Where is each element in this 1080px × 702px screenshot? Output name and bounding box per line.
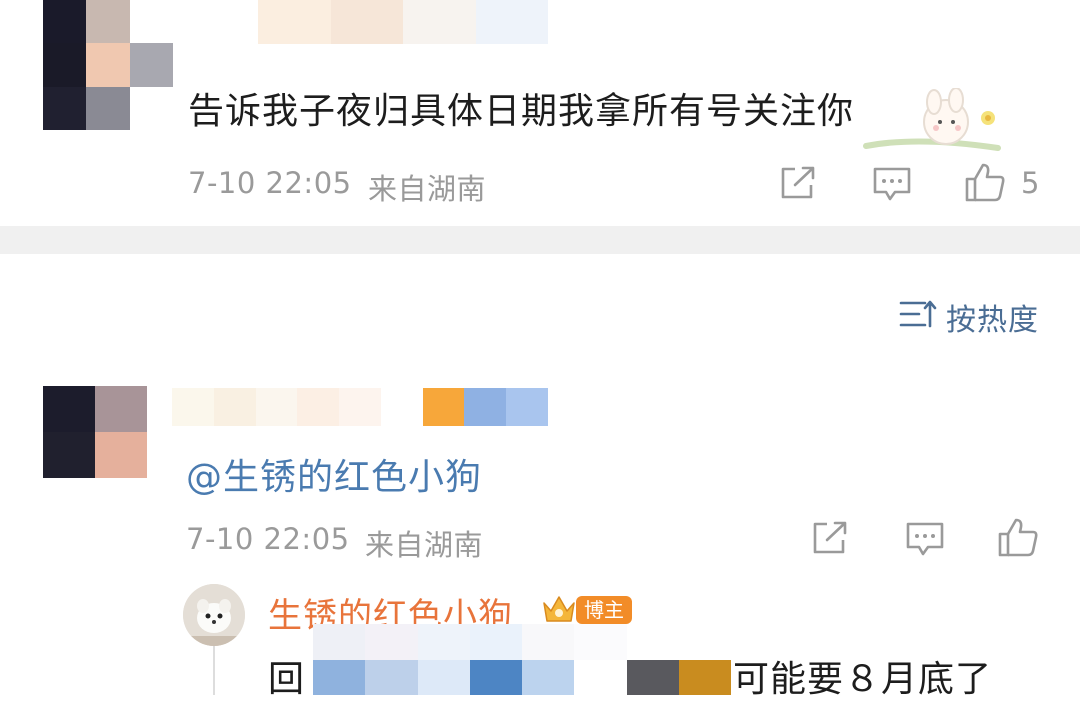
sort-by-heat-button[interactable]: 按热度 bbox=[946, 295, 1039, 339]
username-blurred[interactable] bbox=[258, 0, 548, 44]
section-divider bbox=[0, 226, 1080, 254]
comment-time: 7-10 22:05 bbox=[186, 522, 350, 556]
like-count: 5 bbox=[1021, 166, 1040, 200]
reply-avatar[interactable] bbox=[183, 584, 245, 646]
avatar-blurred[interactable] bbox=[43, 386, 147, 478]
comment-location: 来自湖南 bbox=[365, 528, 484, 562]
like-icon[interactable] bbox=[997, 517, 1039, 557]
cartoon-sticker bbox=[858, 87, 1008, 158]
reply-text-blurred bbox=[313, 624, 731, 695]
sort-icon[interactable] bbox=[899, 298, 937, 330]
comment-time: 7-10 22:05 bbox=[188, 166, 352, 200]
comment-icon[interactable] bbox=[872, 166, 912, 202]
reply-prefix: 回 bbox=[268, 659, 306, 700]
username-blurred[interactable] bbox=[172, 388, 548, 426]
avatar-blurred[interactable] bbox=[43, 0, 173, 130]
share-icon[interactable] bbox=[811, 520, 849, 556]
author-badge: 博主 bbox=[576, 596, 632, 624]
comment-icon[interactable] bbox=[905, 521, 945, 557]
comment-text: 告诉我子夜归具体日期我拿所有号关注你 bbox=[188, 91, 855, 132]
comment-location: 来自湖南 bbox=[368, 172, 487, 206]
share-icon[interactable] bbox=[779, 165, 817, 201]
like-icon[interactable] bbox=[964, 162, 1006, 202]
mention-link[interactable]: @生锈的红色小狗 bbox=[186, 448, 482, 500]
reply-text: 可能要８月底了 bbox=[733, 659, 993, 700]
reply-thread-line bbox=[213, 646, 215, 695]
